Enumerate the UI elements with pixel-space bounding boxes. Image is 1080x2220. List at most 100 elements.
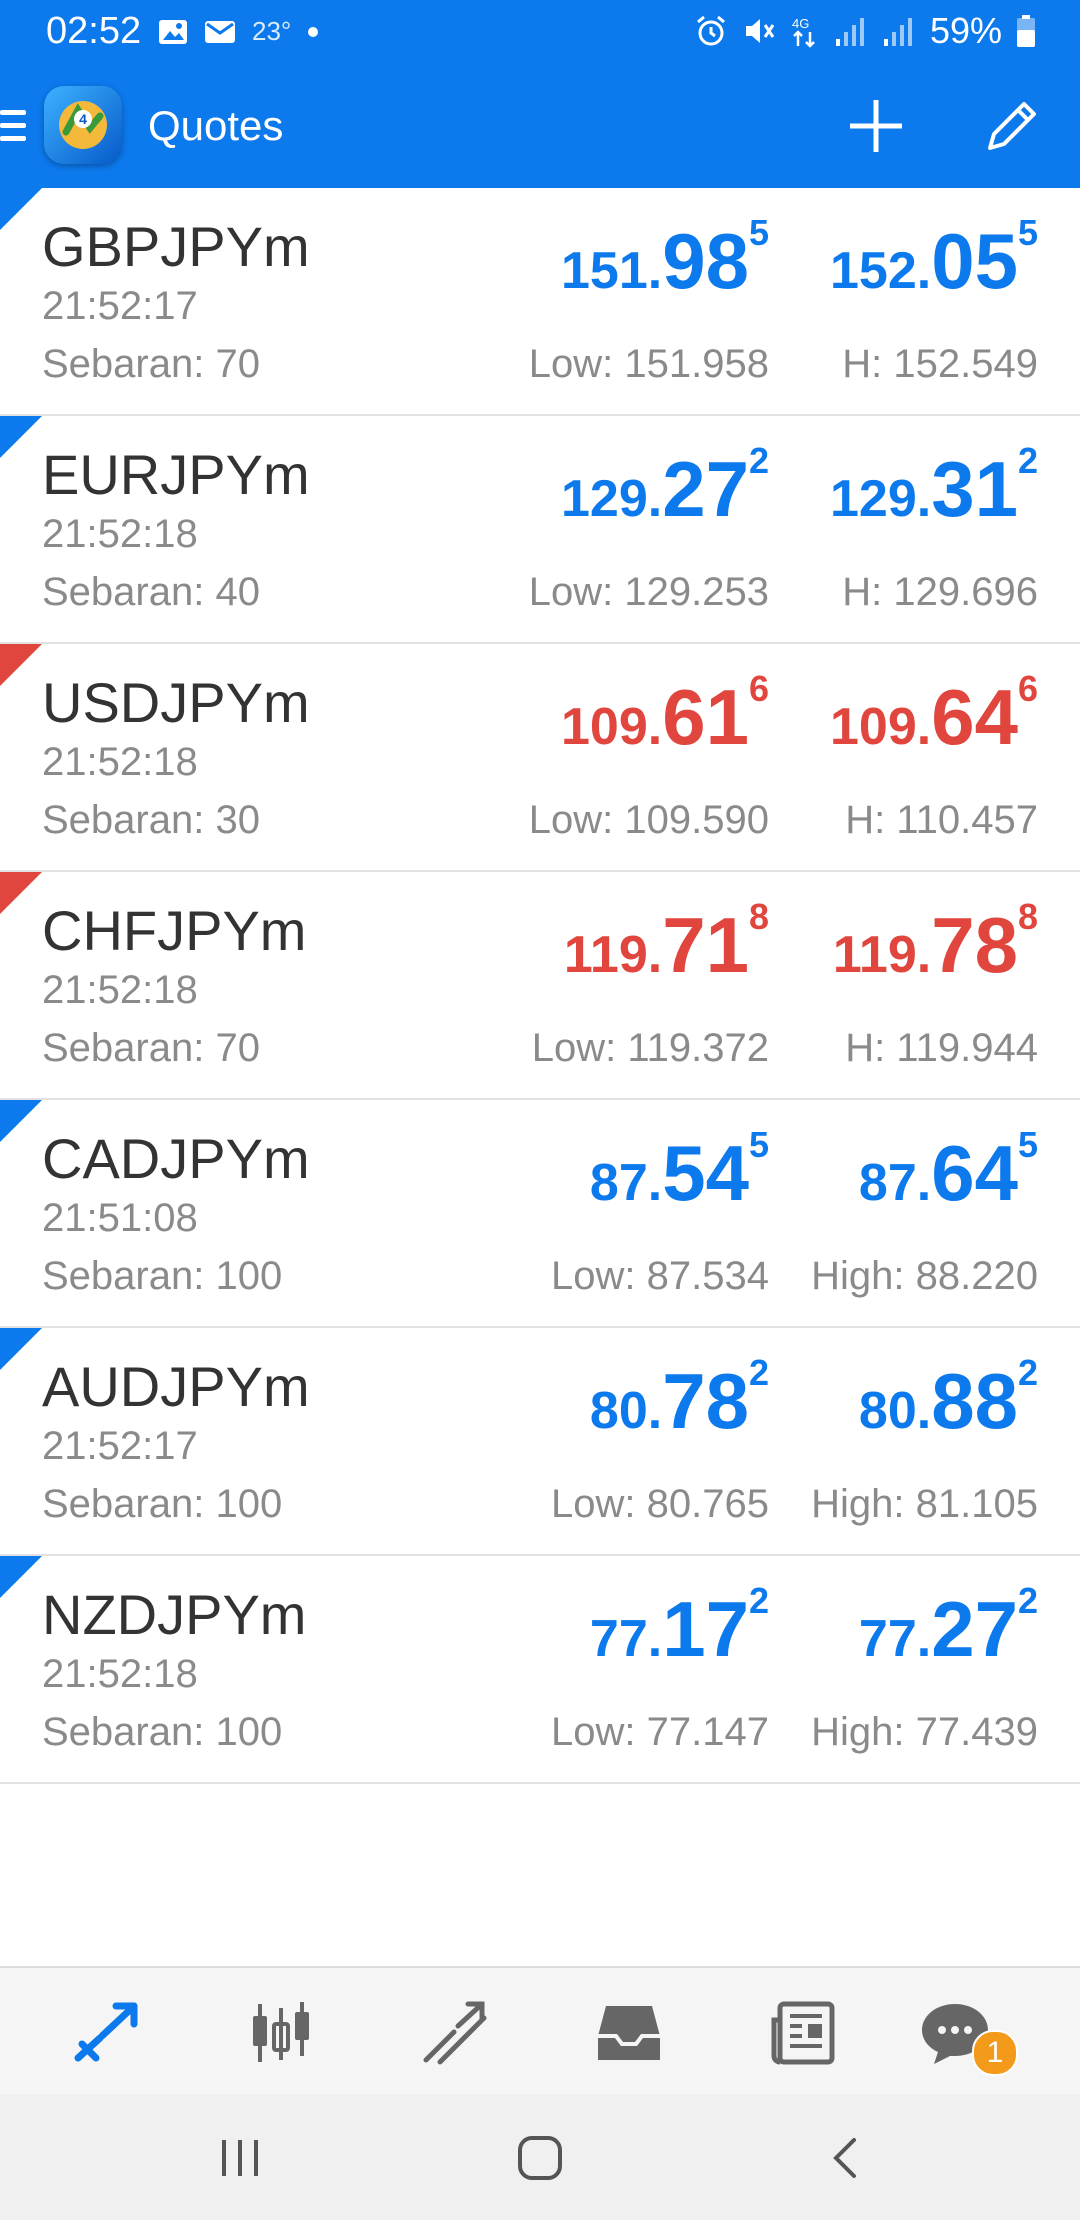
bid-price: 109.616 bbox=[561, 668, 769, 763]
ask-price-pips: 05 bbox=[931, 217, 1018, 305]
ask-price-fraction: 5 bbox=[1017, 212, 1038, 253]
quote-time: 21:52:18 bbox=[42, 1652, 198, 1696]
symbol-name: EURJPYm bbox=[42, 443, 310, 506]
bid-price-fraction: 2 bbox=[748, 1352, 769, 1393]
bid-price-fraction: 8 bbox=[748, 896, 769, 937]
ask-price-fraction: 2 bbox=[1017, 440, 1038, 481]
ask-price-fraction: 8 bbox=[1017, 896, 1038, 937]
battery-icon bbox=[1017, 15, 1035, 47]
symbol-name: CHFJPYm bbox=[42, 899, 307, 962]
bid-price: 129.272 bbox=[560, 440, 769, 535]
home-icon[interactable] bbox=[516, 2134, 564, 2182]
direction-indicator bbox=[0, 1100, 42, 1142]
symbol-name: AUDJPYm bbox=[42, 1355, 310, 1418]
signal-icon bbox=[835, 18, 864, 46]
ask-price-prefix: 77. bbox=[858, 1610, 932, 1668]
app-bar: 4 Quotes bbox=[0, 66, 1080, 188]
ask-price-fraction: 5 bbox=[1017, 1124, 1038, 1165]
low-price: Low: 80.765 bbox=[551, 1482, 769, 1526]
direction-indicator bbox=[0, 872, 42, 914]
bid-price-fraction: 5 bbox=[748, 1124, 769, 1165]
ask-price: 152.055 bbox=[829, 212, 1038, 307]
page-title: Quotes bbox=[148, 102, 284, 149]
ask-price: 119.788 bbox=[832, 896, 1038, 991]
quote-row[interactable]: AUDJPYm 21:52:17 Sebaran: 100 80.782 80.… bbox=[0, 1328, 1080, 1556]
status-bar: 02:52 23° 4G 59% bbox=[0, 0, 1080, 66]
edit-icon[interactable] bbox=[982, 96, 1042, 156]
ask-price-pips: 78 bbox=[931, 901, 1018, 989]
ask-price-prefix: 152. bbox=[829, 242, 932, 300]
quote-time: 21:52:18 bbox=[42, 512, 198, 556]
spread: Sebaran: 30 bbox=[42, 798, 260, 842]
svg-text:4: 4 bbox=[79, 111, 87, 127]
trade-icon[interactable] bbox=[420, 1998, 490, 2068]
high-price: H: 129.696 bbox=[842, 570, 1038, 614]
bid-price-fraction: 2 bbox=[748, 440, 769, 481]
high-price: H: 152.549 bbox=[842, 342, 1038, 386]
spread: Sebaran: 100 bbox=[42, 1482, 283, 1526]
alarm-icon bbox=[696, 15, 725, 46]
direction-indicator bbox=[0, 188, 42, 230]
chart-icon[interactable] bbox=[246, 1998, 316, 2068]
low-price: Low: 87.534 bbox=[551, 1254, 769, 1298]
ask-price-prefix: 119. bbox=[832, 926, 932, 984]
bid-price: 87.545 bbox=[589, 1124, 769, 1219]
system-nav-bar bbox=[0, 2094, 1080, 2220]
bid-price-prefix: 129. bbox=[560, 470, 663, 528]
ask-price: 129.312 bbox=[830, 440, 1038, 535]
ask-price-pips: 88 bbox=[931, 1357, 1018, 1445]
metatrader-logo-icon: 4 bbox=[44, 86, 122, 164]
back-icon[interactable] bbox=[822, 2134, 870, 2182]
low-price: Low: 129.253 bbox=[528, 570, 769, 614]
quote-row[interactable]: CADJPYm 21:51:08 Sebaran: 100 87.545 87.… bbox=[0, 1100, 1080, 1328]
top-bar: 02:52 23° 4G 59% 4 Quotes bbox=[0, 0, 1080, 188]
menu-icon[interactable] bbox=[0, 110, 26, 144]
bid-price: 77.172 bbox=[590, 1580, 769, 1675]
chat-badge: 1 bbox=[972, 2030, 1018, 2076]
symbol-name: CADJPYm bbox=[42, 1127, 310, 1190]
status-icons-right: 4G 59% bbox=[694, 10, 1036, 52]
signal-icon-2 bbox=[883, 18, 912, 46]
ask-price-fraction: 6 bbox=[1017, 668, 1038, 709]
symbol-name: USDJPYm bbox=[42, 671, 310, 734]
quote-time: 21:52:18 bbox=[42, 968, 198, 1012]
network-4g-icon: 4G bbox=[792, 16, 815, 48]
ask-price: 109.646 bbox=[830, 668, 1038, 763]
low-price: Low: 77.147 bbox=[551, 1710, 769, 1754]
quote-row[interactable]: NZDJPYm 21:52:18 Sebaran: 100 77.172 77.… bbox=[0, 1556, 1080, 1784]
status-temperature: 23° bbox=[252, 16, 292, 46]
bid-price-prefix: 87. bbox=[589, 1154, 663, 1212]
news-icon[interactable] bbox=[768, 1998, 838, 2068]
bid-price-fraction: 5 bbox=[748, 212, 769, 253]
mail-icon bbox=[205, 20, 235, 43]
quote-row[interactable]: EURJPYm 21:52:18 Sebaran: 40 129.272 129… bbox=[0, 416, 1080, 644]
bid-price-fraction: 6 bbox=[748, 668, 769, 709]
quotes-icon[interactable] bbox=[72, 1998, 142, 2068]
status-icons-left: 23° bbox=[158, 16, 319, 47]
inbox-icon[interactable] bbox=[594, 1998, 664, 2068]
bottom-nav: 1 bbox=[0, 1966, 1080, 2096]
quote-time: 21:52:17 bbox=[42, 284, 198, 328]
dot-icon bbox=[308, 26, 319, 37]
ask-price-fraction: 2 bbox=[1017, 1580, 1038, 1621]
high-price: H: 119.944 bbox=[845, 1026, 1038, 1070]
quote-row[interactable]: USDJPYm 21:52:18 Sebaran: 30 109.616 109… bbox=[0, 644, 1080, 872]
direction-indicator bbox=[0, 1328, 42, 1370]
bid-price-prefix: 119. bbox=[563, 926, 663, 984]
chat-badge-count: 1 bbox=[986, 2036, 1004, 2069]
mute-icon bbox=[745, 19, 775, 43]
quote-row[interactable]: CHFJPYm 21:52:18 Sebaran: 70 119.718 119… bbox=[0, 872, 1080, 1100]
direction-indicator bbox=[0, 416, 42, 458]
recent-apps-icon[interactable] bbox=[216, 2134, 264, 2182]
ask-price-pips: 64 bbox=[931, 1129, 1018, 1217]
bid-price-pips: 61 bbox=[662, 673, 749, 761]
ask-price: 77.272 bbox=[858, 1580, 1038, 1675]
high-price: High: 81.105 bbox=[811, 1482, 1038, 1526]
spread: Sebaran: 70 bbox=[42, 1026, 260, 1070]
quote-row[interactable]: GBPJPYm 21:52:17 Sebaran: 70 151.985 152… bbox=[0, 188, 1080, 416]
direction-indicator bbox=[0, 1556, 42, 1598]
symbol-name: GBPJPYm bbox=[42, 215, 310, 278]
bid-price: 80.782 bbox=[590, 1352, 769, 1447]
add-icon[interactable] bbox=[846, 96, 906, 156]
bid-price-pips: 27 bbox=[662, 445, 749, 533]
